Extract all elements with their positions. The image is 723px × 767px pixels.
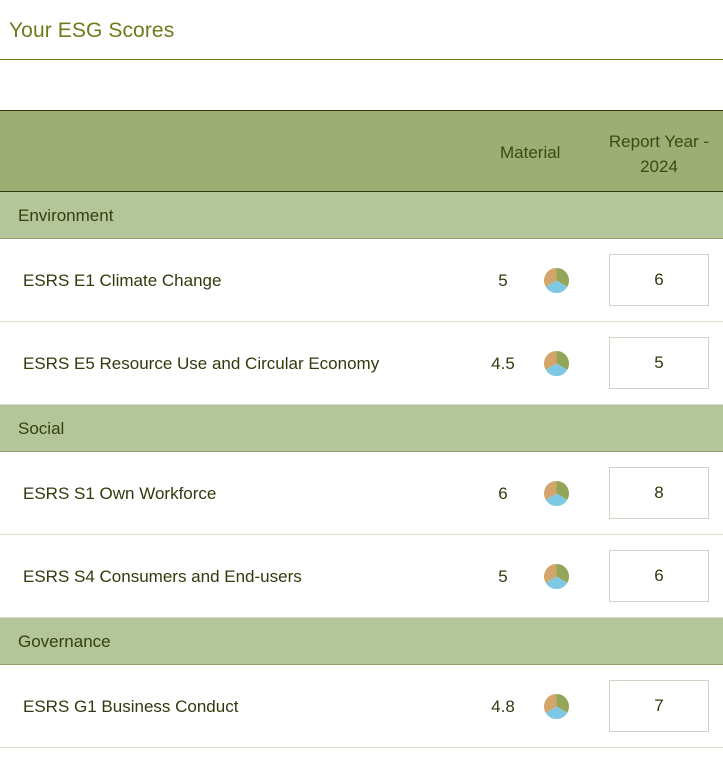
section-environment: Environment (0, 192, 723, 239)
material-score: 4.8 (491, 697, 515, 716)
material-score: 5 (498, 271, 508, 290)
pie-chart-icon[interactable] (544, 481, 569, 506)
material-score: 4.5 (491, 354, 515, 373)
table-row: ESRS E1 Climate Change 5 6 (0, 239, 723, 322)
material-column-header: Material (500, 143, 561, 162)
report-year-input[interactable]: 6 (609, 254, 709, 306)
report-year-input[interactable]: 6 (609, 550, 709, 602)
pie-chart-icon[interactable] (544, 351, 569, 376)
material-score: 6 (498, 484, 508, 503)
table-row: ESRS S1 Own Workforce 6 8 (0, 452, 723, 535)
section-label: Governance (18, 632, 111, 651)
pie-chart-icon[interactable] (544, 694, 569, 719)
report-year-input[interactable]: 8 (609, 467, 709, 519)
report-year-column-header: Report Year - 2024 (608, 132, 710, 176)
title-bar: Your ESG Scores (0, 0, 723, 60)
section-governance: Governance (0, 618, 723, 665)
row-label: ESRS E1 Climate Change (23, 271, 222, 290)
material-score: 5 (498, 567, 508, 586)
esg-scores-table: Material Report Year - 2024 Environment … (0, 110, 723, 748)
page-title: Your ESG Scores (9, 19, 175, 42)
report-year-input[interactable]: 7 (609, 680, 709, 732)
table-header: Material Report Year - 2024 (0, 110, 723, 192)
section-social: Social (0, 405, 723, 452)
row-label: ESRS G1 Business Conduct (23, 697, 239, 716)
pie-chart-icon[interactable] (544, 564, 569, 589)
report-year-input[interactable]: 5 (609, 337, 709, 389)
table-row: ESRS E5 Resource Use and Circular Econom… (0, 322, 723, 405)
table-row: ESRS G1 Business Conduct 4.8 7 (0, 665, 723, 748)
row-label: ESRS S1 Own Workforce (23, 484, 217, 503)
row-label: ESRS E5 Resource Use and Circular Econom… (23, 354, 380, 373)
section-label: Environment (18, 206, 114, 225)
section-label: Social (18, 419, 65, 438)
table-row: ESRS S4 Consumers and End-users 5 6 (0, 535, 723, 618)
row-label: ESRS S4 Consumers and End-users (23, 567, 302, 586)
pie-chart-icon[interactable] (544, 268, 569, 293)
